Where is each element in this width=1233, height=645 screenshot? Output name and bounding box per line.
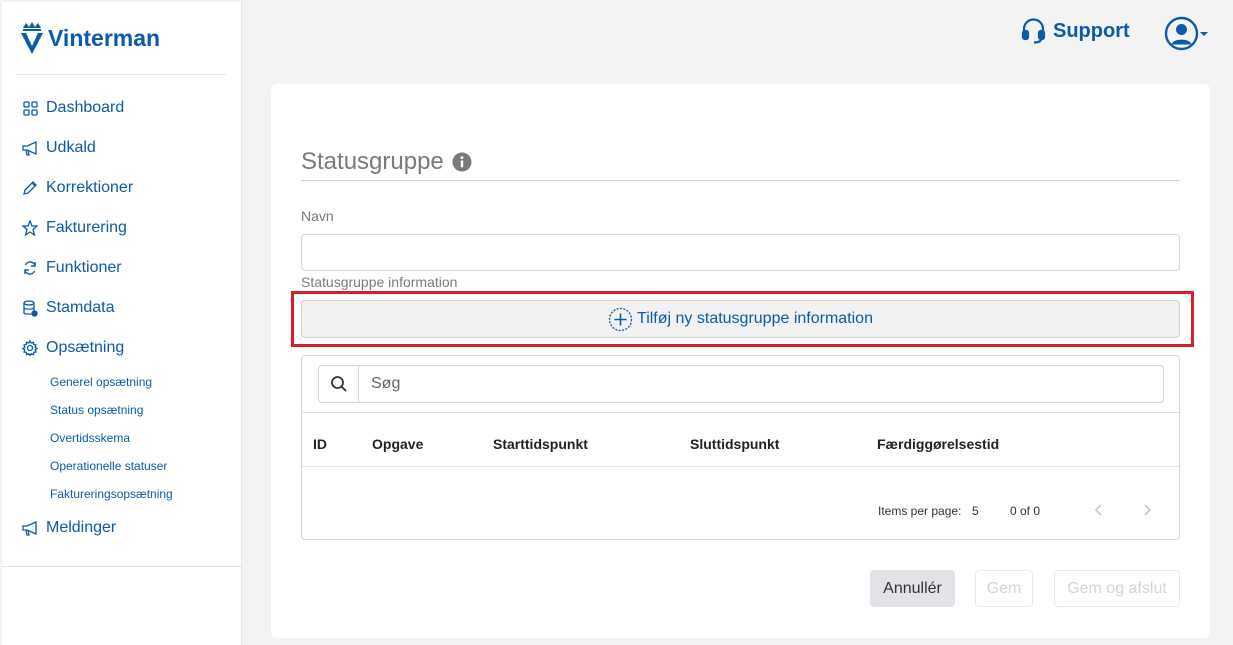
megaphone-icon — [21, 139, 39, 157]
statusgruppe-information-table: ID Opgave Starttidspunkt Sluttidspunkt F… — [301, 355, 1180, 540]
sidebar-item-meldinger[interactable]: Meldinger — [2, 508, 242, 548]
user-menu[interactable] — [1164, 16, 1209, 51]
sidebar-item-label: Meldinger — [46, 519, 117, 536]
statusgruppe-card: Statusgruppe Navn Statusgruppe informati… — [271, 84, 1210, 638]
page-title-row: Statusgruppe — [301, 148, 472, 176]
sidebar-subitem-status-opsaetning[interactable]: Status opsætning — [2, 396, 242, 424]
page-title: Statusgruppe — [301, 148, 444, 175]
database-icon — [21, 299, 39, 317]
sidebar-subitem-faktureringsopsaetning[interactable]: Faktureringsopsætning — [2, 480, 242, 508]
sidebar-item-label: Opsætning — [46, 339, 125, 356]
next-page-button[interactable] — [1139, 502, 1155, 518]
column-header-sluttidspunkt[interactable]: Sluttidspunkt — [690, 436, 779, 452]
column-header-starttidspunkt[interactable]: Starttidspunkt — [493, 436, 588, 452]
name-field[interactable] — [301, 234, 1180, 271]
caret-down-icon — [1200, 31, 1208, 36]
save-button[interactable]: Gem — [975, 570, 1033, 607]
sidebar-nav: Dashboard Udkald Korrektioner Fakturerin… — [2, 88, 242, 548]
sidebar-item-stamdata[interactable]: Stamdata — [2, 288, 242, 328]
search-icon[interactable] — [319, 366, 359, 402]
star-icon — [21, 219, 39, 237]
search-bar — [318, 365, 1164, 403]
sidebar-subitem-operationelle-statuser[interactable]: Operationelle statuser — [2, 452, 242, 480]
sidebar-item-funktioner[interactable]: Funktioner — [2, 248, 242, 288]
save-and-close-button[interactable]: Gem og afslut — [1054, 570, 1180, 607]
gear-icon — [21, 339, 39, 357]
chevron-right-icon — [1144, 504, 1152, 516]
divider — [16, 74, 226, 75]
pencil-icon — [21, 179, 39, 197]
sidebar: Vinterman Dashboard Udkald Korrektioner … — [2, 2, 242, 645]
chevron-left-icon — [1094, 504, 1102, 516]
brand-logo[interactable]: Vinterman — [20, 20, 160, 56]
sidebar-subitem-overtidsskema[interactable]: Overtidsskema — [2, 424, 242, 452]
sidebar-item-opsaetning[interactable]: Opsætning — [2, 328, 242, 368]
brand-name: Vinterman — [48, 24, 161, 51]
support-link[interactable]: Support — [1021, 18, 1130, 44]
divider — [302, 412, 1179, 413]
support-label: Support — [1053, 19, 1130, 42]
column-header-faerdiggoerelsestid[interactable]: Færdiggørelsestid — [877, 436, 999, 452]
sidebar-item-label: Stamdata — [46, 299, 115, 316]
cancel-button[interactable]: Annullér — [870, 570, 955, 607]
sidebar-item-label: Udkald — [46, 139, 96, 156]
name-label: Navn — [301, 208, 334, 224]
add-statusgruppe-information-button[interactable]: Tilføj ny statusgruppe information — [301, 300, 1180, 338]
megaphone-icon — [21, 519, 39, 537]
column-header-id[interactable]: ID — [313, 436, 327, 452]
divider — [2, 566, 242, 567]
sidebar-item-fakturering[interactable]: Fakturering — [2, 208, 242, 248]
user-circle-icon — [1164, 16, 1199, 51]
sidebar-item-label: Dashboard — [46, 99, 125, 116]
headset-icon — [1021, 18, 1046, 44]
info-icon[interactable] — [452, 152, 472, 172]
sidebar-item-label: Fakturering — [46, 219, 127, 236]
column-header-opgave[interactable]: Opgave — [372, 436, 423, 452]
sidebar-subitem-generel-opsaetning[interactable]: Generel opsætning — [2, 368, 242, 396]
plus-circle-icon — [608, 307, 633, 331]
title-divider — [301, 180, 1180, 181]
add-button-label: Tilføj ny statusgruppe information — [637, 310, 873, 327]
crown-v-logo-icon — [21, 22, 43, 54]
sidebar-item-label: Funktioner — [46, 259, 122, 276]
sidebar-item-korrektioner[interactable]: Korrektioner — [2, 168, 242, 208]
divider — [302, 466, 1179, 467]
info-section-label: Statusgruppe information — [301, 274, 458, 290]
items-per-page-label: Items per page: — [878, 504, 962, 518]
items-per-page-select[interactable]: 5 — [972, 504, 979, 518]
search-input[interactable] — [359, 366, 1163, 402]
grid-icon — [21, 99, 39, 117]
previous-page-button[interactable] — [1091, 502, 1107, 518]
page-range-label: 0 of 0 — [1010, 504, 1041, 518]
sidebar-item-label: Korrektioner — [46, 179, 134, 196]
sidebar-item-udkald[interactable]: Udkald — [2, 128, 242, 168]
sidebar-item-dashboard[interactable]: Dashboard — [2, 88, 242, 128]
refresh-icon — [21, 259, 39, 277]
